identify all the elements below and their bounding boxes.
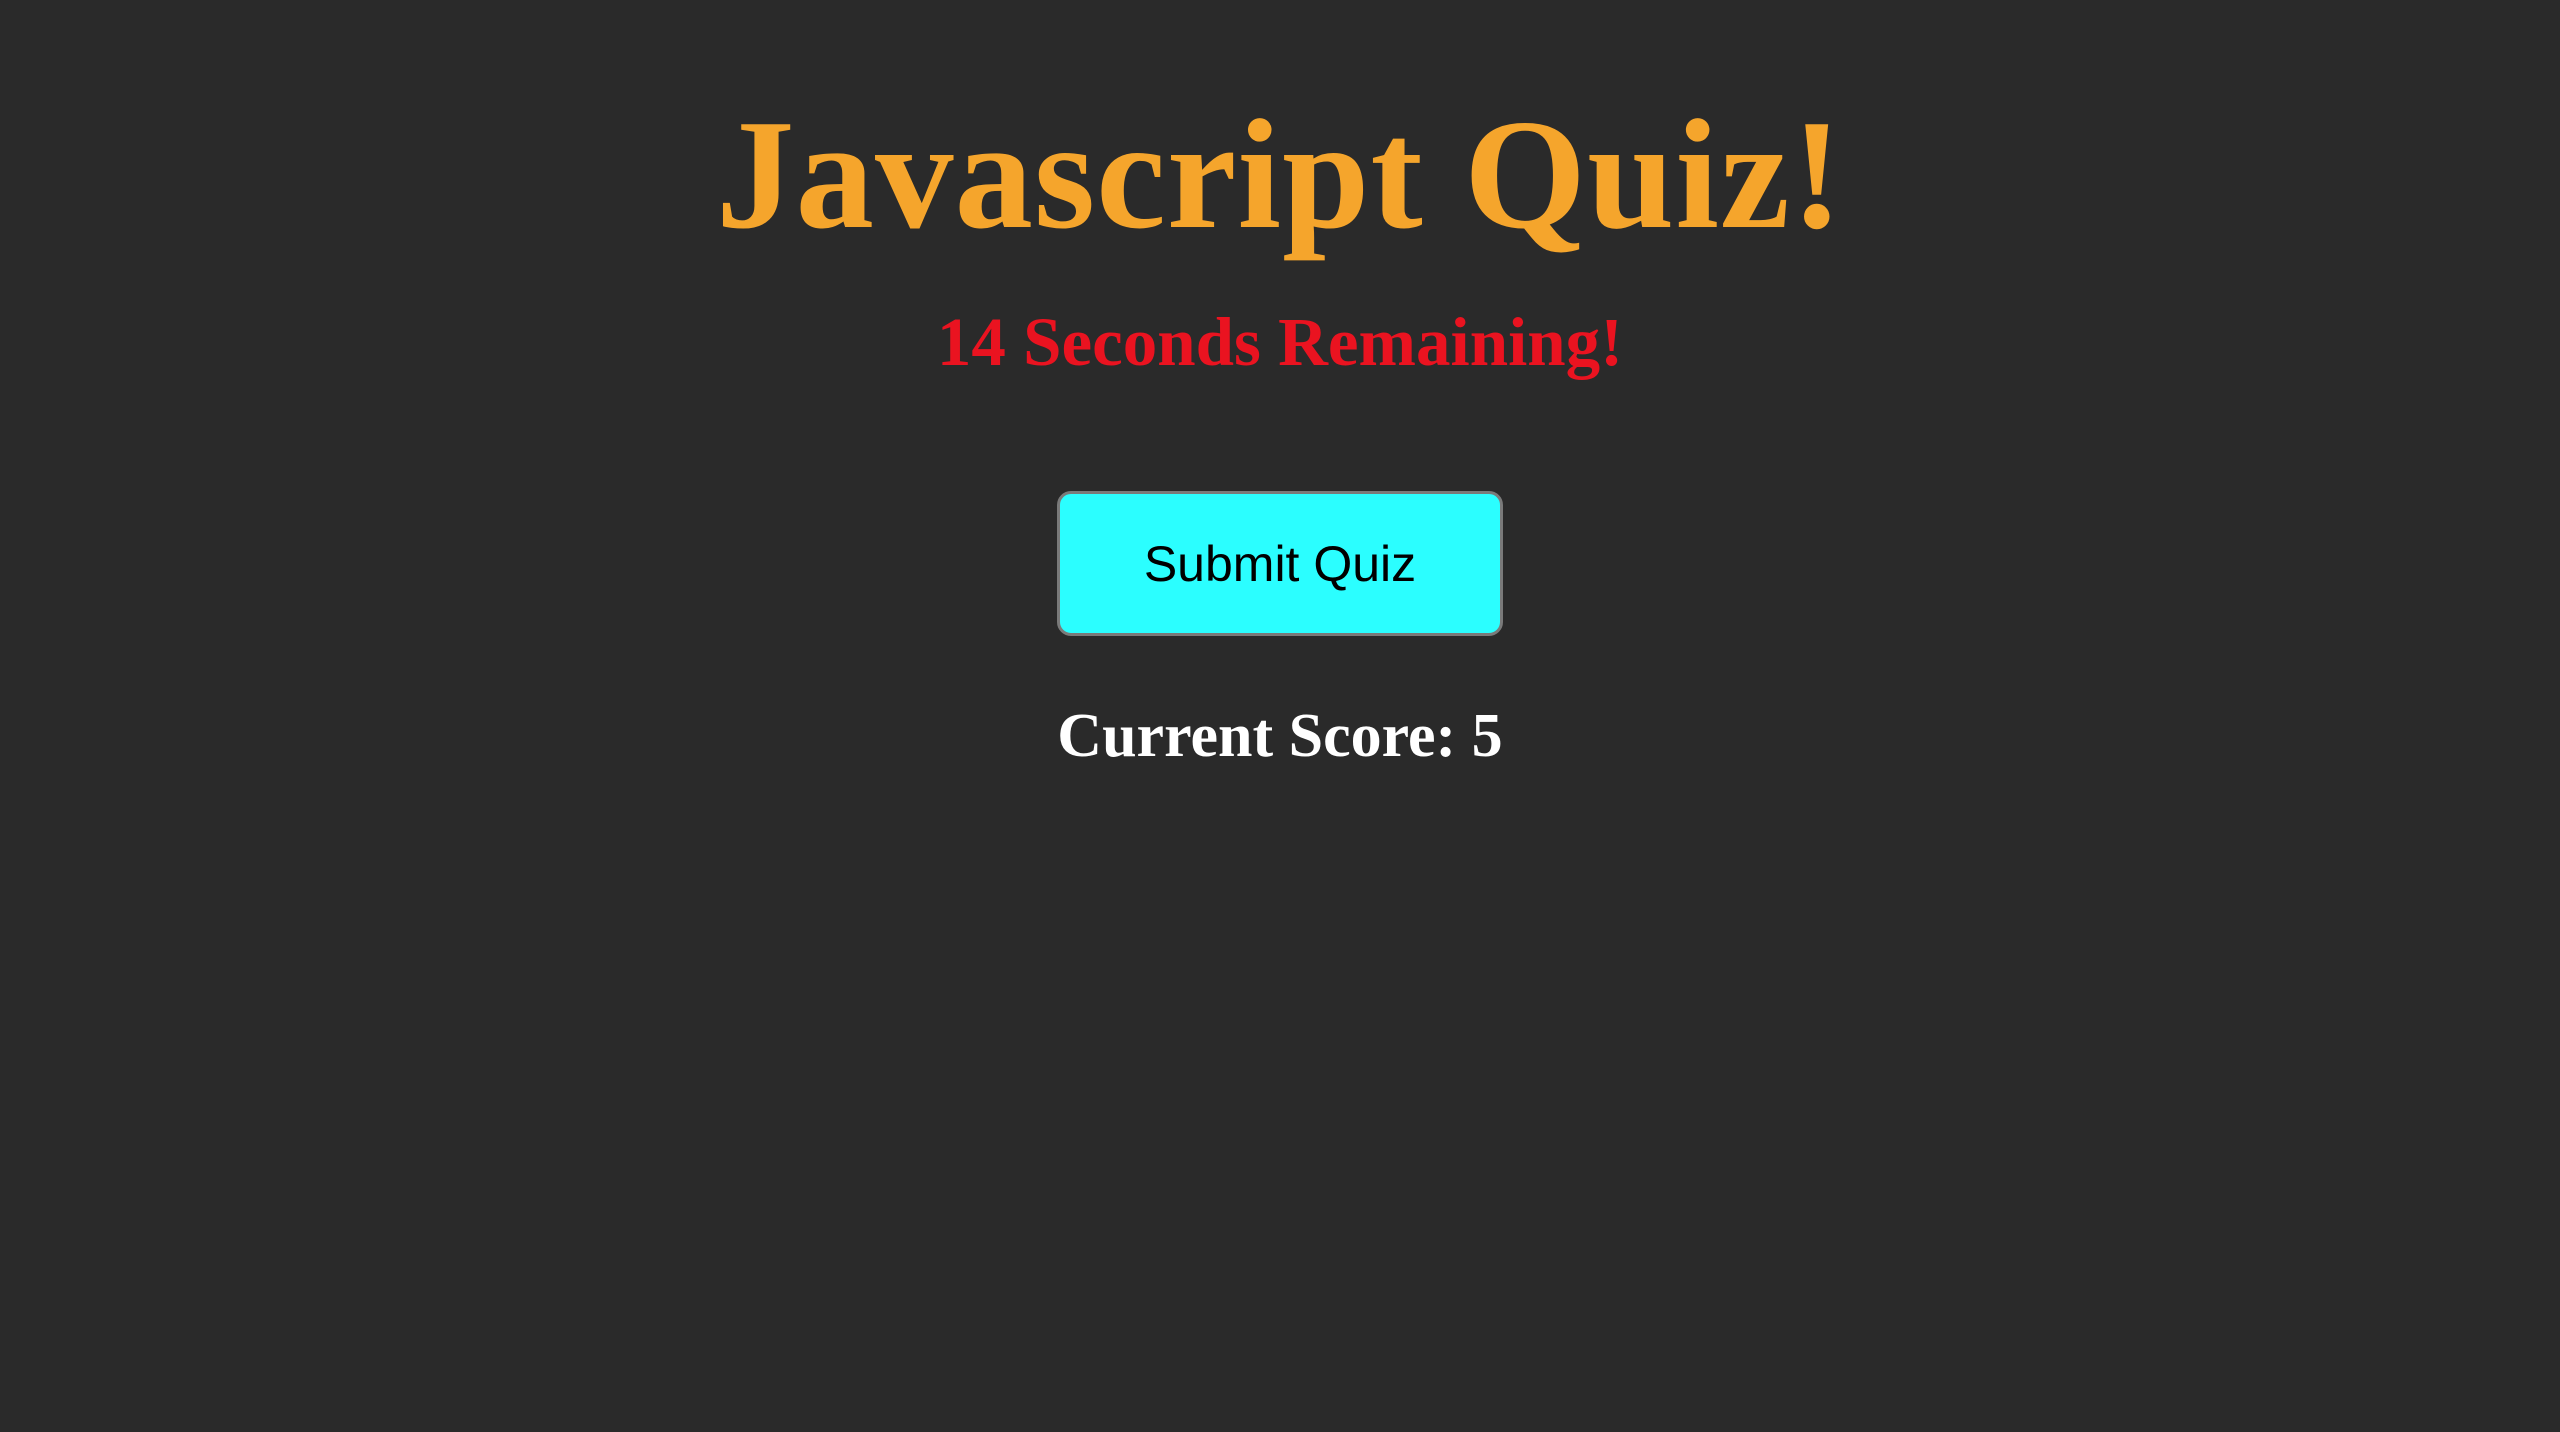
- quiz-page: Javascript Quiz! 14 Seconds Remaining! S…: [0, 0, 2560, 1432]
- page-title: Javascript Quiz!: [716, 87, 1844, 261]
- submit-quiz-button[interactable]: Submit Quiz: [1057, 491, 1503, 636]
- countdown-timer: 14 Seconds Remaining!: [936, 304, 1624, 380]
- current-score: Current Score: 5: [1057, 702, 1503, 770]
